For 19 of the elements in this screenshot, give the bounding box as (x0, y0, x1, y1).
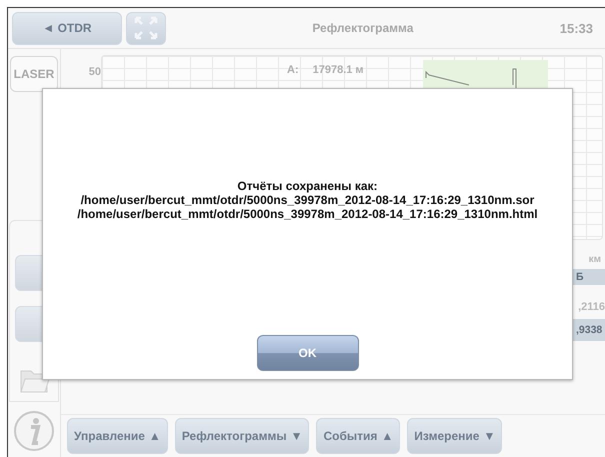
message-text: /home/user/bercut_mmt/otdr/5000ns_39978m_2012-08-14_17:16:29_1310nm.sor (80, 193, 534, 207)
table-cell-text: ,2116 (578, 300, 605, 315)
back-button[interactable]: ◄ OTDR (12, 12, 122, 44)
message-text: Отчёты сохранены как: (237, 179, 378, 193)
info-icon[interactable] (13, 410, 55, 452)
menu-button[interactable]: Управление ▲ (67, 418, 168, 454)
unit-label: км (588, 254, 602, 265)
expand-arrows-icon (133, 15, 159, 41)
menu-button[interactable]: Измерение ▼ (407, 418, 502, 454)
fullscreen-button[interactable] (126, 12, 166, 44)
marker-value: 17978.1 м (312, 64, 364, 78)
menu-button[interactable]: Рефлектограммы ▼ (174, 418, 310, 454)
marker-label: A: (287, 64, 299, 78)
menu-button[interactable]: События ▲ (316, 418, 400, 454)
message-text: /home/user/bercut_mmt/otdr/5000ns_39978m_2012-08-14_17:16:29_1310nm.html (77, 207, 538, 221)
screen-title: Рефлектограмма (311, 21, 414, 35)
clock-time: 15:33 (560, 20, 593, 36)
laser-button[interactable]: LASER (10, 56, 58, 92)
ok-button[interactable]: OK (256, 335, 358, 371)
